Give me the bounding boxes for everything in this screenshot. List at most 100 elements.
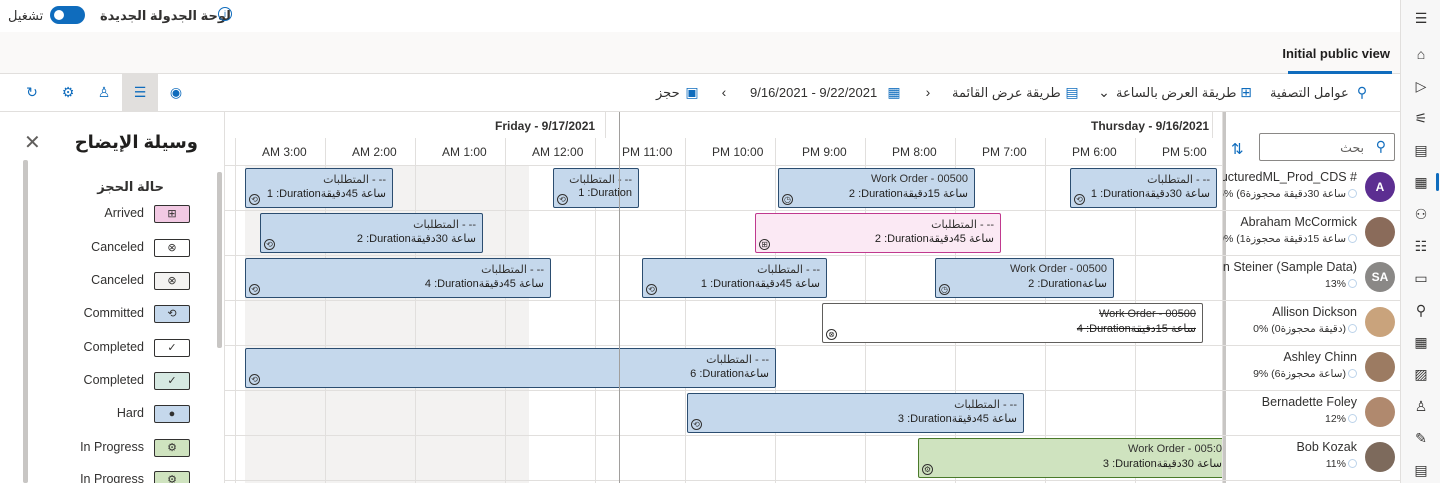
resource-row[interactable]: Bernadette Foley 12% bbox=[1223, 391, 1400, 436]
legend-item: Hard ● bbox=[40, 404, 200, 424]
clipboard-icon[interactable]: ▤ bbox=[1411, 140, 1431, 160]
legend-item-label: Committed bbox=[83, 306, 144, 320]
booking-block[interactable]: Work Order - 005:0 3 :Durationساعة 30دقيق… bbox=[918, 438, 1222, 478]
canceled-icon: ⊗ bbox=[154, 239, 190, 257]
legend-item: Canceled ⊗ bbox=[40, 238, 200, 258]
booking-block[interactable]: المتطلبات - -- 1 :Durationساعة 45دقيقة ⟲ bbox=[642, 258, 827, 298]
committed-icon: ⟲ bbox=[264, 239, 275, 250]
booking-title: Work Order - 00500 bbox=[1009, 263, 1107, 275]
resource-name: StructuredML_Prod_CDS # bbox=[1222, 170, 1357, 184]
legend-scrollbar-right[interactable] bbox=[217, 172, 222, 348]
booking-block[interactable]: المتطلبات - -- 6 :Durationساعة ⟲ bbox=[245, 348, 776, 388]
new-board-toggle[interactable] bbox=[50, 6, 85, 24]
resource-row[interactable]: StructuredML_Prod_CDS # 5% (6ساعة 30دقيقة… bbox=[1223, 166, 1400, 211]
resource-utilization-text: 13% bbox=[1324, 278, 1346, 290]
refresh-icon[interactable]: ↻ bbox=[22, 82, 42, 102]
booking-block[interactable]: المتطلبات - -- 2 :Durationساعة 45دقيقة ⊞ bbox=[755, 213, 1001, 253]
settings-icon[interactable]: ⚙ bbox=[58, 82, 78, 102]
resource-utilization-text: 5% (6ساعة 30دقيقة محجوزة bbox=[1223, 188, 1346, 200]
resource-search-input[interactable]: بحث ⚲ bbox=[1259, 133, 1395, 161]
document-icon[interactable]: ▤ bbox=[1411, 460, 1431, 480]
booking-duration: 1 :Durationساعة 45دقيقة bbox=[700, 278, 820, 290]
booking-block[interactable]: المتطلبات - -- 1 :Durationساعة 45دقيقة ⟲ bbox=[245, 168, 393, 208]
hamburger-icon[interactable]: ☰ bbox=[1411, 8, 1431, 28]
hour-label: AM 3:00 bbox=[262, 145, 307, 159]
resource-icon[interactable]: ♙ bbox=[94, 82, 114, 102]
chevron-down-icon[interactable]: ⌄ bbox=[1094, 82, 1114, 102]
legend-item-label: In Progress bbox=[80, 440, 144, 454]
home-icon[interactable]: ⌂ bbox=[1411, 44, 1431, 64]
booking-block[interactable]: المتطلبات - -- 3 :Durationساعة 45دقيقة ⟲ bbox=[687, 393, 1024, 433]
toggle-label: تشغيل bbox=[8, 8, 44, 23]
utilization-ring-icon bbox=[1348, 234, 1357, 243]
resource-utilization-text: 9% (6ساعة محجوزة) bbox=[1253, 368, 1346, 380]
hour-divider bbox=[505, 138, 506, 166]
filters-label[interactable]: عوامل التصفية bbox=[1270, 85, 1349, 101]
next-date-icon[interactable]: › bbox=[918, 82, 938, 102]
legend-item: Canceled ⊗ bbox=[40, 271, 200, 291]
id-card-icon[interactable]: ▭ bbox=[1411, 268, 1431, 288]
bike-icon[interactable]: ⚲ bbox=[1411, 300, 1431, 320]
date-range[interactable]: 9/16/2021 - 9/22/2021 bbox=[750, 85, 877, 100]
hour-label: PM 8:00 bbox=[892, 145, 937, 159]
canceled-icon: ⊗ bbox=[826, 329, 837, 340]
filter-icon[interactable]: ⚲ bbox=[1352, 82, 1372, 102]
play-icon[interactable]: ▷ bbox=[1411, 76, 1431, 96]
report-icon[interactable]: ▨ bbox=[1411, 364, 1431, 384]
hour-divider bbox=[1135, 138, 1136, 166]
eye-icon[interactable]: ◉ bbox=[166, 82, 186, 102]
booking-block[interactable]: المتطلبات - -- 1 :Durationساعة 30دقيقة ⟲ bbox=[1070, 168, 1217, 208]
person-icon[interactable]: ♙ bbox=[1411, 396, 1431, 416]
avatar: A bbox=[1365, 172, 1395, 202]
resource-name: Bob Kozak bbox=[1296, 440, 1357, 454]
avatar bbox=[1365, 442, 1395, 472]
resource-name: Bernadette Foley bbox=[1261, 395, 1357, 409]
sort-icon[interactable]: ⇅ bbox=[1231, 140, 1244, 158]
view-mode-icon[interactable]: ⊞ bbox=[1236, 82, 1256, 102]
calendar-icon[interactable]: ▦ bbox=[884, 82, 904, 102]
view-mode-label[interactable]: طريقة العرض بالساعة bbox=[1116, 85, 1236, 101]
list-view-icon[interactable]: ▤ bbox=[1062, 82, 1082, 102]
resource-row[interactable]: Ashley Chinn 9% (6ساعة محجوزة) bbox=[1223, 346, 1400, 391]
prev-date-icon[interactable]: ‹ bbox=[714, 82, 734, 102]
legend-scrollbar[interactable] bbox=[23, 160, 28, 483]
view-bar: Initial public view bbox=[0, 32, 1400, 74]
booking-duration: 1 :Durationساعة 45دقيقة bbox=[266, 188, 386, 200]
avatar bbox=[1365, 217, 1395, 247]
booking-title: المتطلبات - -- bbox=[757, 264, 820, 276]
booking-title: المتطلبات - -- bbox=[931, 219, 994, 231]
people-icon[interactable]: ⚇ bbox=[1411, 204, 1431, 224]
resource-row[interactable]: Allison Dickson 0% (0دقيقة محجوزة) bbox=[1223, 301, 1400, 346]
contact-list-icon[interactable]: ☷ bbox=[1411, 236, 1431, 256]
booking-block[interactable]: Work Order - 00500 4 :Durationساعة 15دقيق… bbox=[822, 303, 1203, 343]
search-icon[interactable]: ⚲ bbox=[1376, 138, 1386, 155]
wrench-icon[interactable]: ✎ bbox=[1411, 428, 1431, 448]
booking-block[interactable]: المتطلبات - -- 1 :Duration ⟲ bbox=[553, 168, 639, 208]
booking-title: المتطلبات - -- bbox=[413, 219, 476, 231]
booking-block[interactable]: المتطلبات - -- 2 :Durationساعة 30دقيقة ⟲ bbox=[260, 213, 483, 253]
day-divider bbox=[1212, 112, 1213, 138]
resource-row[interactable]: Abraham McCormick 9% (1ساعة 15دقيقة محجوز… bbox=[1223, 211, 1400, 256]
list-view-label[interactable]: طريقة عرض القائمة bbox=[952, 85, 1061, 101]
booking-block[interactable]: Work Order - 00500 2 :Durationساعة ◷ bbox=[935, 258, 1114, 298]
booking-block[interactable]: المتطلبات - -- 4 :Durationساعة 45دقيقة ⟲ bbox=[245, 258, 551, 298]
in-progress-icon: ⚙ bbox=[154, 471, 190, 483]
booking-duration: 2 :Durationساعة 30دقيقة bbox=[356, 233, 476, 245]
resource-row[interactable]: Alan Steiner (Sample Data) 13% SA bbox=[1223, 256, 1400, 301]
legend-icon[interactable]: ☰ bbox=[130, 82, 150, 102]
booking-block[interactable]: Work Order - 00500 2 :Durationساعة 15دقيق… bbox=[778, 168, 975, 208]
booking-duration: 2 :Durationساعة bbox=[1028, 278, 1107, 290]
close-icon[interactable]: ✕ bbox=[24, 130, 41, 155]
tab-initial-public-view[interactable]: Initial public view bbox=[1282, 46, 1390, 61]
calendar-icon[interactable]: ▦ bbox=[1411, 172, 1431, 192]
book-label[interactable]: حجز bbox=[656, 85, 680, 101]
legend-item-label: Arrived bbox=[104, 206, 144, 220]
calendar-grid-icon[interactable]: ▦ bbox=[1411, 332, 1431, 352]
book-icon[interactable]: ▣ bbox=[682, 82, 702, 102]
settings-sliders-icon[interactable]: ⚟ bbox=[1411, 108, 1431, 128]
legend-item: Completed ✓ bbox=[40, 371, 200, 391]
committed-icon: ⟲ bbox=[154, 305, 190, 323]
info-icon[interactable]: i bbox=[218, 7, 232, 21]
schedule-grid: Friday - 9/17/2021 Thursday - 9/16/2021 … bbox=[225, 112, 1222, 483]
resource-row[interactable]: Bob Kozak 11% bbox=[1223, 436, 1400, 481]
